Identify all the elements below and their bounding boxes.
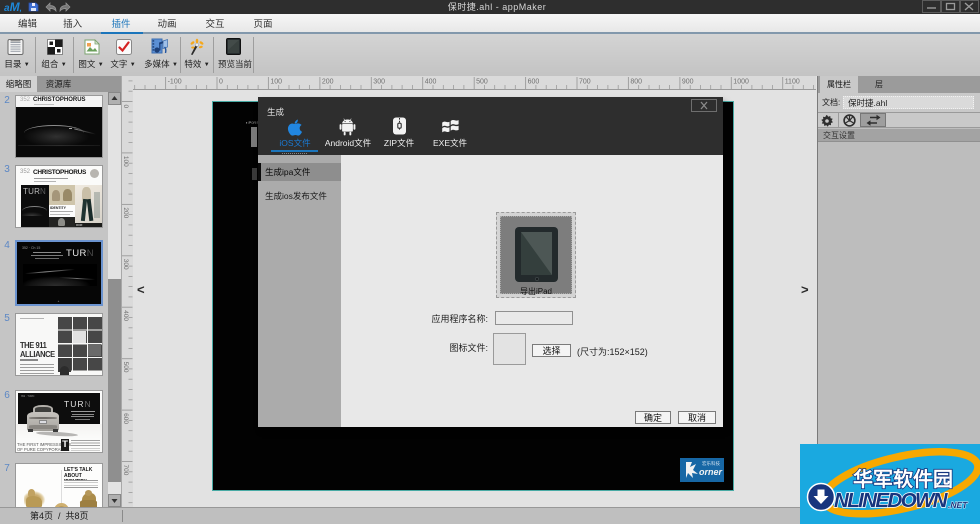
svg-text:200: 200 <box>122 207 129 218</box>
svg-text:NLINEDOWN: NLINEDOWN <box>834 489 949 512</box>
svg-text:100: 100 <box>270 79 282 86</box>
svg-text:800: 800 <box>630 79 642 86</box>
svg-text:600: 600 <box>122 413 129 424</box>
svg-text:500: 500 <box>122 362 129 373</box>
svg-text:.NET: .NET <box>948 500 968 510</box>
svg-text:-100: -100 <box>168 79 182 86</box>
svg-text:华军软件园: 华军软件园 <box>853 467 953 491</box>
svg-text:400: 400 <box>122 310 129 321</box>
svg-text:0: 0 <box>122 105 129 109</box>
svg-text:1000: 1000 <box>733 79 749 86</box>
svg-text:300: 300 <box>373 79 385 86</box>
svg-text:900: 900 <box>682 79 694 86</box>
svg-text:500: 500 <box>476 79 488 86</box>
svg-text:400: 400 <box>425 79 437 86</box>
svg-text:0: 0 <box>219 79 223 86</box>
svg-text:300: 300 <box>122 259 129 270</box>
svg-text:700: 700 <box>579 79 591 86</box>
svg-text:1100: 1100 <box>785 79 800 86</box>
svg-text:100: 100 <box>122 156 129 167</box>
svg-text:700: 700 <box>122 465 129 476</box>
svg-text:600: 600 <box>528 79 540 86</box>
svg-text:200: 200 <box>322 79 334 86</box>
